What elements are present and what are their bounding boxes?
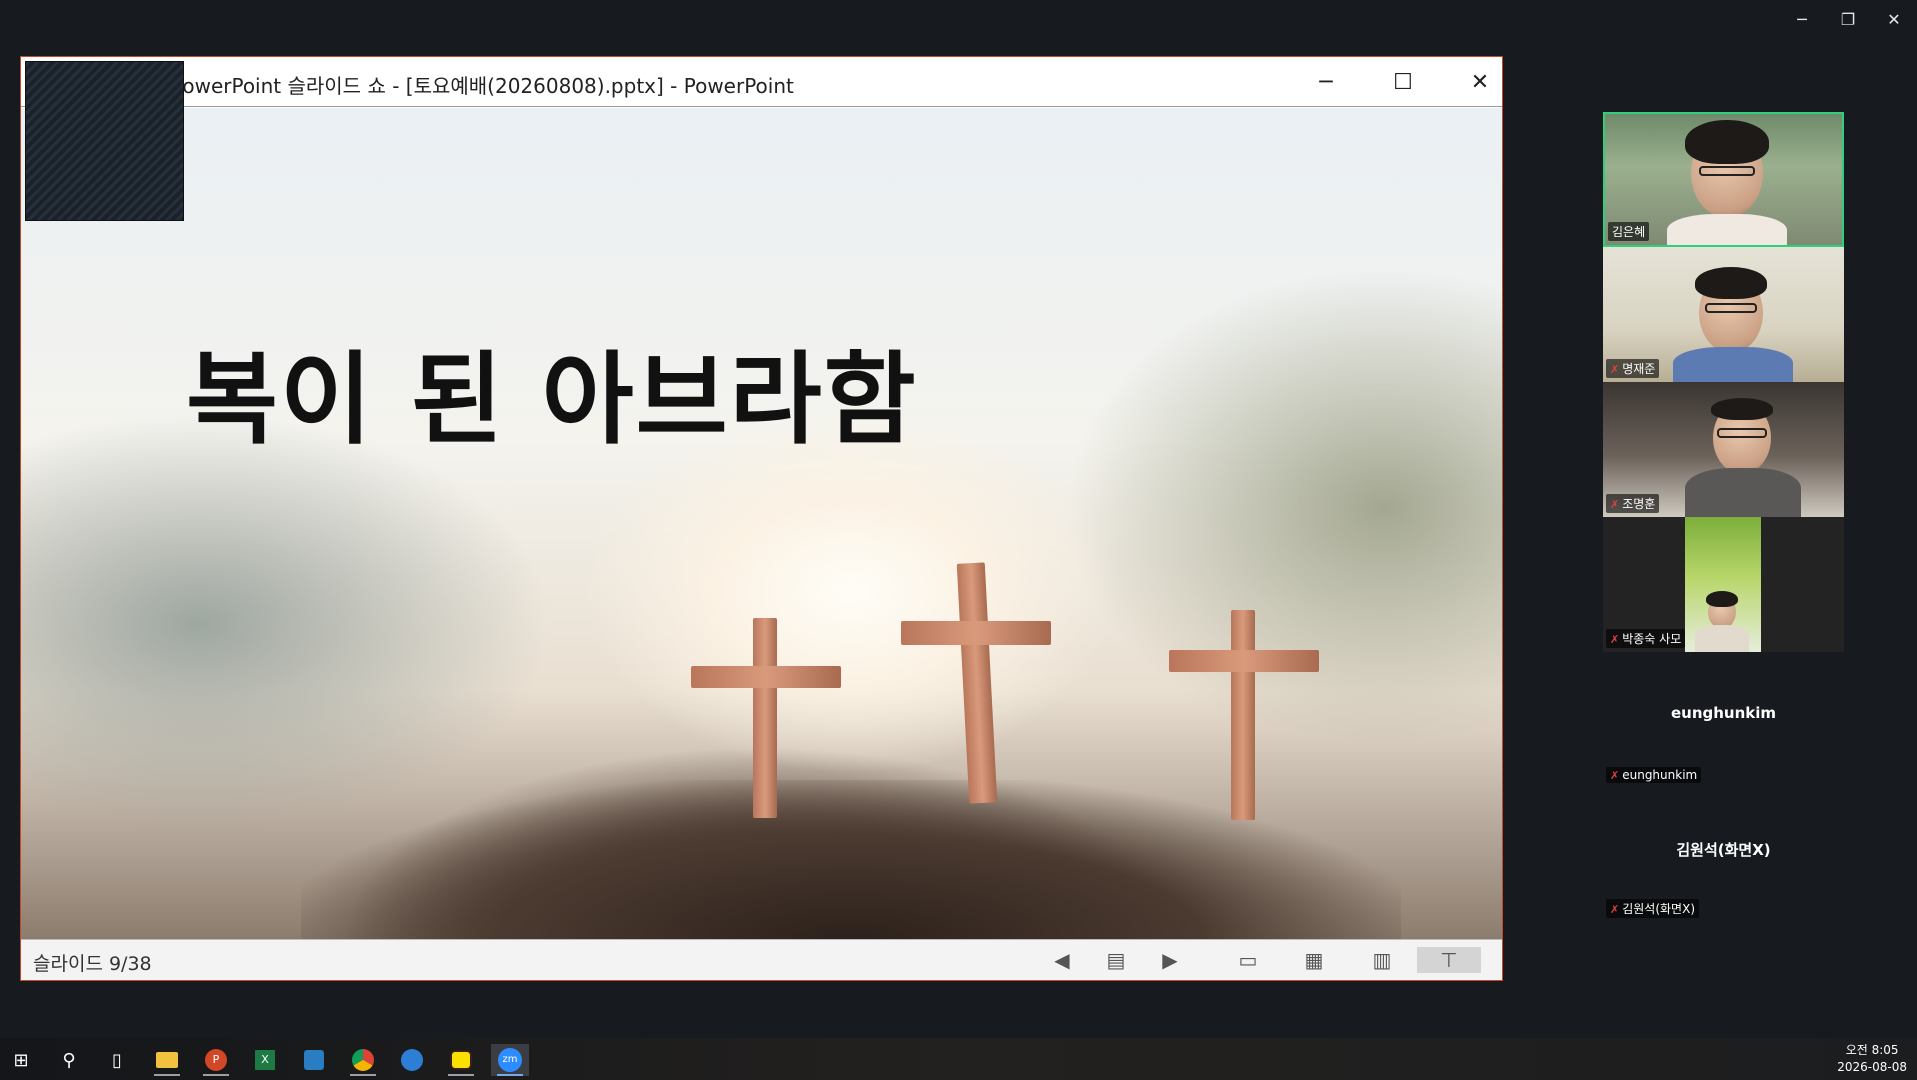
powerpoint-window: PowerPoint 슬라이드 쇼 - [토요예배(20260808).pptx… bbox=[20, 56, 1503, 981]
powerpoint-titlebar[interactable]: PowerPoint 슬라이드 쇼 - [토요예배(20260808).pptx… bbox=[21, 57, 1502, 107]
close-button[interactable]: ✕ bbox=[1458, 65, 1502, 99]
zoom-restore-button[interactable]: ❐ bbox=[1839, 10, 1857, 29]
slideshow-view-icon[interactable]: ⊤ bbox=[1417, 947, 1481, 973]
chrome-icon[interactable] bbox=[344, 1044, 382, 1076]
participant-tile[interactable]: eunghunkim ✗ eunghunkim bbox=[1603, 652, 1844, 787]
participant-name: 김은혜 bbox=[1608, 222, 1650, 241]
participant-display-name: eunghunkim bbox=[1670, 704, 1777, 722]
desktop-screen: ─ ❐ ✕ PowerPoint 슬라이드 쇼 - [토요예배(20260808… bbox=[0, 0, 1917, 1080]
mute-icon: ✗ bbox=[1610, 363, 1620, 376]
slideshow-statusbar: 슬라이드 9/38 ◀ ▤ ▶ ▭ ▦ ▥ ⊤ bbox=[21, 939, 1502, 980]
app-arrow-icon[interactable] bbox=[393, 1044, 431, 1076]
windows-start-icon[interactable]: ⊞ bbox=[2, 1044, 40, 1076]
participant-name: ✗ eunghunkim bbox=[1606, 767, 1702, 783]
participants-panel: 김은혜 ✗ 명재준 ✗ 조명훈 ✗ 박종숙 사모 eunghunkim ✗ eunghu… bbox=[1603, 112, 1844, 922]
participant-tile[interactable]: 김원석(화면X) ✗ 김원석(화면X) bbox=[1603, 787, 1844, 922]
reading-view-icon[interactable]: ▥ bbox=[1368, 947, 1396, 973]
cross-center bbox=[901, 562, 1051, 804]
mute-icon: ✗ bbox=[1610, 498, 1620, 511]
clock-time: 오전 8:05 bbox=[1845, 1043, 1899, 1057]
search-icon[interactable]: ⚲ bbox=[50, 1044, 88, 1076]
app-blue-icon[interactable] bbox=[295, 1044, 333, 1076]
mute-icon: ✗ bbox=[1610, 769, 1620, 782]
zoom-icon[interactable]: zm bbox=[491, 1044, 529, 1076]
next-slide-icon[interactable]: ▶ bbox=[1156, 947, 1184, 973]
mute-icon: ✗ bbox=[1610, 633, 1620, 646]
cross-right bbox=[1169, 610, 1319, 820]
participant-display-name: 김원석(화면X) bbox=[1676, 841, 1771, 859]
taskbar: ⊞ ⚲ ▯ P X zm 오전 8:05 2026-08-08 bbox=[0, 1038, 1917, 1080]
file-explorer-icon[interactable] bbox=[148, 1044, 186, 1076]
normal-view-icon[interactable]: ▭ bbox=[1234, 947, 1262, 973]
task-view-icon[interactable]: ▯ bbox=[98, 1044, 136, 1076]
participant-tile[interactable]: 김은혜 bbox=[1603, 112, 1844, 247]
mute-icon: ✗ bbox=[1610, 903, 1620, 916]
kakaotalk-icon[interactable] bbox=[442, 1044, 480, 1076]
slide-canvas[interactable]: 복이 된 아브라함 bbox=[21, 108, 1502, 940]
participant-name: ✗ 김원석(화면X) bbox=[1606, 899, 1700, 918]
previous-slide-icon[interactable]: ◀ bbox=[1048, 947, 1076, 973]
participant-name: ✗ 박종숙 사모 bbox=[1606, 629, 1686, 648]
slide-heading: 복이 된 아브라함 bbox=[186, 341, 918, 458]
slide-sorter-icon[interactable]: ▦ bbox=[1300, 947, 1328, 973]
clock-date: 2026-08-08 bbox=[1837, 1060, 1907, 1074]
zoom-minimize-button[interactable]: ─ bbox=[1793, 10, 1811, 29]
system-clock[interactable]: 오전 8:05 2026-08-08 bbox=[1837, 1042, 1907, 1076]
zoom-close-button[interactable]: ✕ bbox=[1885, 10, 1903, 29]
window-title: PowerPoint 슬라이드 쇼 - [토요예배(20260808).pptx… bbox=[171, 74, 794, 98]
powerpoint-icon[interactable]: P bbox=[197, 1044, 235, 1076]
excel-icon[interactable]: X bbox=[246, 1044, 284, 1076]
maximize-button[interactable]: ☐ bbox=[1381, 65, 1425, 99]
slide-counter: 슬라이드 9/38 bbox=[33, 953, 152, 975]
self-video-thumbnail bbox=[25, 61, 184, 221]
participant-name: ✗ 명재준 bbox=[1606, 359, 1660, 378]
zoom-window-controls: ─ ❐ ✕ bbox=[1793, 10, 1903, 29]
cross-left bbox=[691, 618, 841, 818]
participant-tile[interactable]: ✗ 명재준 bbox=[1603, 247, 1844, 382]
minimize-button[interactable]: ─ bbox=[1304, 65, 1348, 99]
slide-menu-icon[interactable]: ▤ bbox=[1102, 947, 1130, 973]
participant-name: ✗ 조명훈 bbox=[1606, 494, 1660, 513]
participant-tile[interactable]: ✗ 조명훈 bbox=[1603, 382, 1844, 517]
participant-tile[interactable]: ✗ 박종숙 사모 bbox=[1603, 517, 1844, 652]
